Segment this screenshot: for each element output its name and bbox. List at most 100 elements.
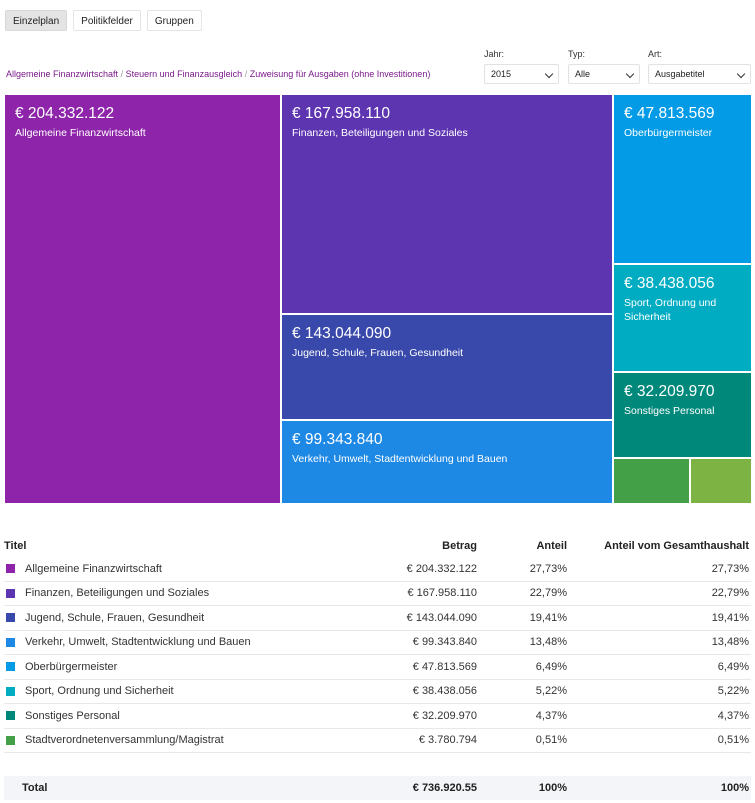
- treemap-cell-amount: € 99.343.840: [292, 431, 383, 448]
- table-row[interactable]: Stadtverordnetenversammlung/Magistrat € 3…: [4, 729, 751, 753]
- breadcrumb: Allgemeine Finanzwirtschaft / Steuern un…: [6, 69, 430, 79]
- treemap-cell-name: Sport, Ordnung und Sicherheit: [624, 297, 717, 324]
- treemap-cell[interactable]: € 204.332.122 Allgemeine Finanzwirtschaft: [4, 94, 281, 504]
- row-betrag: € 3.780.794: [418, 734, 477, 747]
- table-row[interactable]: Oberbürgermeister € 47.813.569 6,49% 6,49%: [4, 655, 751, 680]
- row-anteil-gesamt: 27,73%: [711, 562, 749, 575]
- row-title: Allgemeine Finanzwirtschaft: [4, 563, 304, 575]
- treemap-cell[interactable]: € 167.958.110 Finanzen, Beteiligungen und…: [281, 94, 613, 314]
- jahr-select[interactable]: 2015: [484, 64, 559, 84]
- row-title-text: Jugend, Schule, Frauen, Gesundheit: [25, 611, 205, 624]
- filter-art: Art: Ausgabetitel: [648, 49, 751, 84]
- legend-swatch: [6, 564, 15, 574]
- table-row[interactable]: Sport, Ordnung und Sicherheit € 38.438.05…: [4, 680, 751, 704]
- row-title: Verkehr, Umwelt, Stadtentwicklung und Ba…: [4, 636, 304, 648]
- row-anteil: 19,41%: [529, 611, 567, 624]
- treemap-cell-name: Oberbürgermeister: [624, 127, 713, 139]
- row-anteil: 0,51%: [535, 734, 567, 747]
- row-anteil: 6,49%: [535, 660, 567, 673]
- filter-typ: Typ: Alle: [568, 49, 640, 84]
- row-betrag: € 38.438.056: [412, 685, 477, 698]
- row-betrag: € 167.958.110: [407, 587, 477, 600]
- filter-art-label: Art:: [648, 49, 663, 59]
- row-betrag: € 32.209.970: [412, 709, 477, 722]
- treemap-cell-amount: € 167.958.110: [292, 105, 390, 122]
- header-betrag: Betrag: [442, 540, 477, 552]
- row-betrag: € 47.813.569: [412, 660, 477, 673]
- treemap-cell-name: Verkehr, Umwelt, Stadtentwicklung und Ba…: [292, 453, 508, 465]
- breadcrumb-item-finanzwirtschaft[interactable]: Allgemeine Finanzwirtschaft: [6, 69, 118, 79]
- row-title: Oberbürgermeister: [4, 661, 304, 673]
- table-row[interactable]: Finanzen, Beteiligungen und Soziales € 16…: [4, 582, 751, 606]
- table-row[interactable]: Verkehr, Umwelt, Stadtentwicklung und Ba…: [4, 631, 751, 655]
- table-row[interactable]: Sonstiges Personal € 32.209.970 4,37% 4,37%: [4, 704, 751, 729]
- legend-swatch: [6, 613, 15, 623]
- view-tabs: Einzelplan Politikfelder Gruppen: [5, 10, 202, 31]
- row-anteil: 5,22%: [535, 685, 567, 698]
- treemap-cell[interactable]: € 47.813.569 Oberbürgermeister: [613, 94, 752, 264]
- row-betrag: € 204.332.122: [406, 562, 477, 575]
- treemap-cell[interactable]: [613, 458, 690, 504]
- row-anteil-gesamt: 19,41%: [711, 611, 749, 624]
- treemap-cell-name: Allgemeine Finanzwirtschaft: [15, 127, 146, 139]
- legend-swatch: [6, 662, 15, 672]
- header-anteil: Anteil: [536, 540, 567, 552]
- row-title-text: Stadtverordnetenversammlung/Magistrat: [25, 734, 224, 747]
- filter-typ-label: Typ:: [568, 49, 586, 59]
- art-select-value: Ausgabetitel: [655, 69, 705, 79]
- treemap-cell-amount: € 38.438.056: [624, 275, 715, 292]
- table-row[interactable]: Allgemeine Finanzwirtschaft € 204.332.122…: [4, 557, 751, 582]
- total-label: Total: [22, 782, 48, 794]
- row-title: Finanzen, Beteiligungen und Soziales: [4, 587, 304, 599]
- treemap-cell[interactable]: € 99.343.840 Verkehr, Umwelt, Stadtentwic…: [281, 420, 613, 504]
- row-anteil: 22,79%: [529, 587, 567, 600]
- row-title-text: Sport, Ordnung und Sicherheit: [25, 685, 174, 698]
- header-anteil-gesamt: Anteil vom Gesamthaushalt: [604, 540, 749, 552]
- filter-jahr: Jahr: 2015: [484, 49, 559, 84]
- budget-table: Titel Betrag Anteil Anteil vom Gesamthau…: [4, 531, 751, 800]
- table-row[interactable]: Jugend, Schule, Frauen, Gesundheit € 143.…: [4, 606, 751, 631]
- row-title-text: Finanzen, Beteiligungen und Soziales: [25, 587, 210, 600]
- row-title-text: Oberbürgermeister: [25, 660, 118, 673]
- chevron-down-icon: [544, 69, 554, 79]
- row-anteil-gesamt: 22,79%: [711, 587, 749, 600]
- treemap-cell-name: Sonstiges Personal: [624, 405, 715, 417]
- row-betrag: € 143.044.090: [406, 611, 477, 624]
- treemap-cell-amount: € 47.813.569: [624, 105, 715, 122]
- tab-politikfelder[interactable]: Politikfelder: [73, 10, 141, 31]
- table-body: Allgemeine Finanzwirtschaft € 204.332.122…: [4, 557, 751, 753]
- row-anteil-gesamt: 4,37%: [717, 709, 749, 722]
- table-total-row: Total € 736.920.55 100% 100%: [4, 776, 751, 800]
- breadcrumb-item-steuern[interactable]: Steuern und Finanzausgleich: [126, 69, 243, 79]
- treemap-cell-name: Jugend, Schule, Frauen, Gesundheit: [292, 347, 464, 359]
- row-anteil-gesamt: 6,49%: [717, 660, 749, 673]
- legend-swatch: [6, 711, 15, 721]
- art-select[interactable]: Ausgabetitel: [648, 64, 751, 84]
- tab-einzelplan[interactable]: Einzelplan: [5, 10, 68, 31]
- treemap-cell[interactable]: [690, 458, 752, 504]
- row-title-text: Sonstiges Personal: [25, 709, 120, 722]
- treemap-cell-amount: € 32.209.970: [624, 383, 715, 400]
- chevron-down-icon: [625, 69, 635, 79]
- row-anteil: 4,37%: [535, 709, 567, 722]
- total-anteil-gesamt: 100%: [720, 782, 749, 794]
- total-anteil: 100%: [538, 782, 567, 794]
- treemap-cell-amount: € 204.332.122: [15, 105, 115, 122]
- total-betrag: € 736.920.55: [412, 782, 477, 794]
- tab-gruppen[interactable]: Gruppen: [146, 10, 202, 31]
- treemap-cell[interactable]: € 38.438.056 Sport, Ordnung und Sicherhei…: [613, 264, 752, 372]
- row-betrag: € 99.343.840: [412, 636, 477, 649]
- legend-swatch: [6, 588, 15, 598]
- table-header: Titel Betrag Anteil Anteil vom Gesamthau…: [4, 531, 751, 557]
- header-titel: Titel: [4, 540, 27, 552]
- legend-swatch: [6, 637, 15, 647]
- row-title: Sport, Ordnung und Sicherheit: [4, 685, 304, 697]
- legend-swatch: [6, 686, 15, 696]
- typ-select-value: Alle: [575, 69, 591, 79]
- treemap-cell[interactable]: € 143.044.090 Jugend, Schule, Frauen, Ges…: [281, 314, 613, 420]
- typ-select[interactable]: Alle: [568, 64, 640, 84]
- treemap-cell-amount: € 143.044.090: [292, 325, 392, 342]
- row-anteil-gesamt: 13,48%: [711, 636, 749, 649]
- treemap-cell-name: Finanzen, Beteiligungen und Soziales: [292, 127, 468, 139]
- treemap-cell[interactable]: € 32.209.970 Sonstiges Personal: [613, 372, 752, 458]
